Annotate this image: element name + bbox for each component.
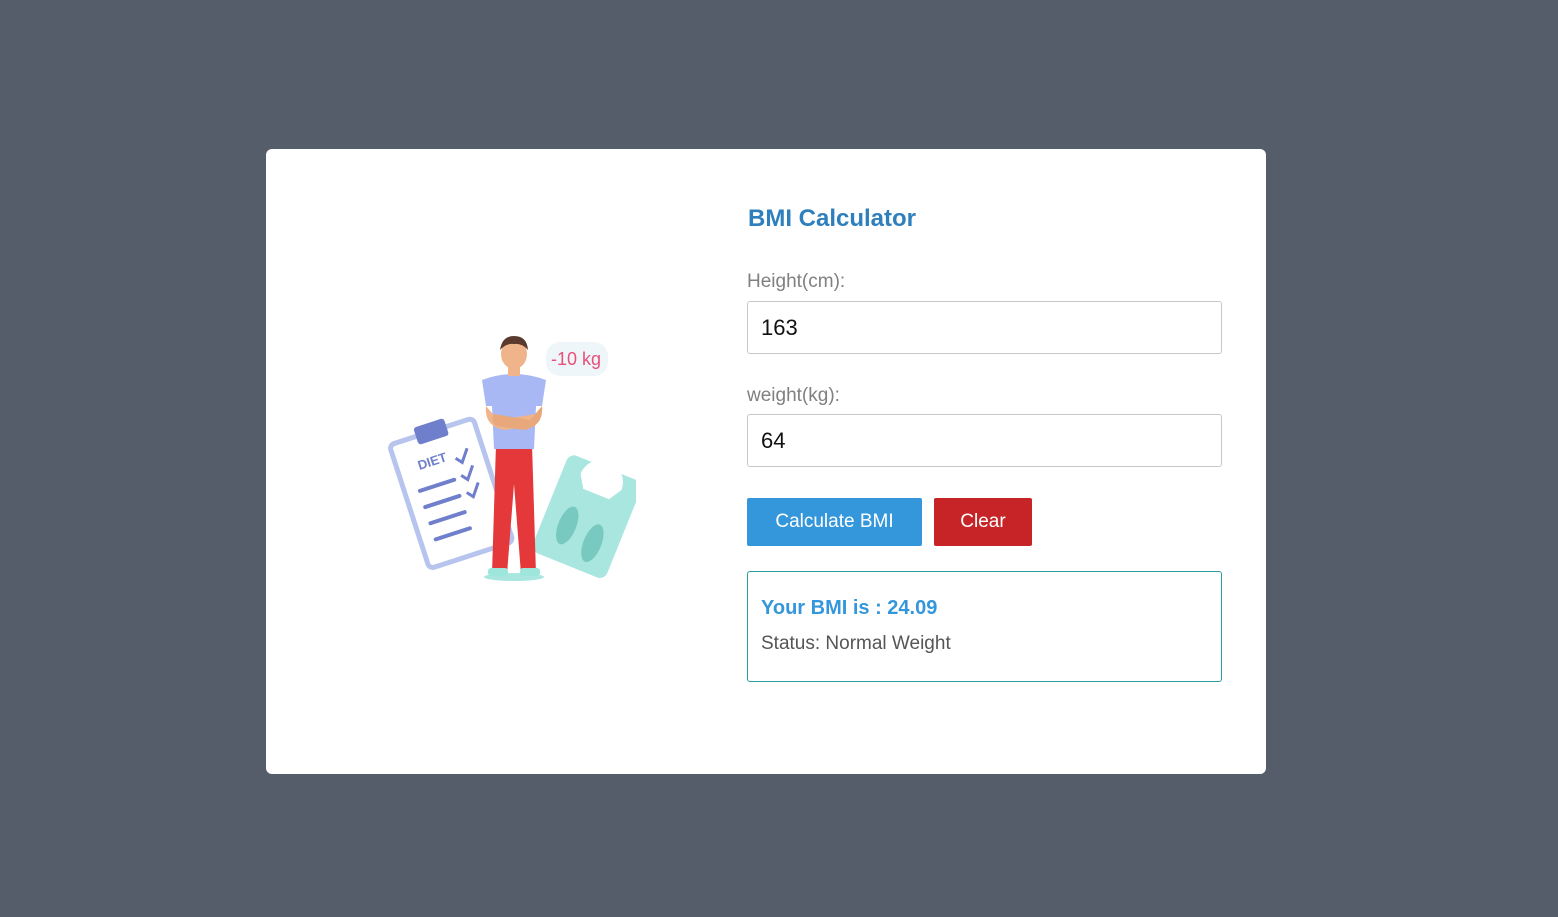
- page-title: BMI Calculator: [748, 205, 917, 232]
- weight-loss-illustration: DIET -10 kg: [388, 336, 636, 581]
- weight-input[interactable]: [747, 414, 1222, 467]
- weight-label: weight(kg):: [747, 385, 840, 406]
- bmi-status-text: Status: Normal Weight: [761, 633, 951, 654]
- bmi-result-value: Your BMI is : 24.09: [761, 597, 938, 619]
- bmi-card: DIET -10 kg BMI Calculator Height(cm): 1…: [266, 149, 1266, 774]
- bathroom-scale-icon: [532, 455, 636, 578]
- bmi-result-box: Your BMI is : 24.09 Status: Normal Weigh…: [747, 571, 1222, 682]
- height-label: Height(cm):: [747, 271, 846, 292]
- weight-loss-badge: -10 kg: [546, 342, 608, 376]
- clear-button[interactable]: Clear: [934, 498, 1032, 546]
- height-input[interactable]: [747, 301, 1222, 354]
- calculate-bmi-button[interactable]: Calculate BMI: [747, 498, 922, 546]
- weight-loss-badge-text: -10 kg: [551, 349, 601, 369]
